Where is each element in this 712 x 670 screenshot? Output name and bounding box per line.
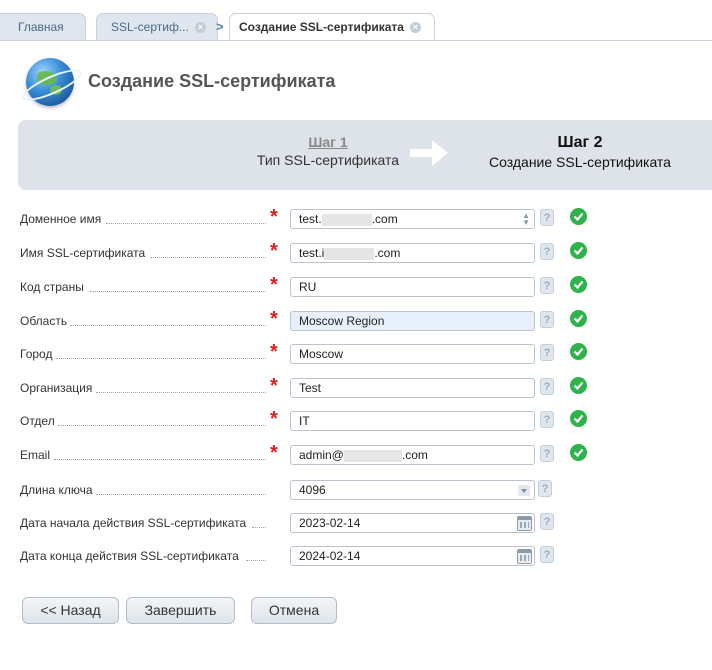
email-input[interactable]: admin@ .com [290, 445, 535, 465]
arrow-right-icon [410, 140, 448, 166]
field-label: Дата начала действия SSL-сертификата [20, 516, 270, 530]
help-icon[interactable]: ? [540, 277, 554, 294]
field-label: Дата конца действия SSL-сертификата [20, 549, 270, 563]
check-icon [570, 242, 587, 259]
required-icon: * [270, 442, 278, 464]
country-code-input[interactable]: RU [290, 277, 535, 297]
step-1-label: Тип SSL-сертификата [256, 152, 400, 168]
calendar-icon[interactable] [517, 516, 532, 531]
required-icon: * [270, 408, 278, 430]
field-region: Область * Moscow Region ? [20, 308, 620, 333]
required-icon: * [270, 341, 278, 363]
help-icon[interactable]: ? [540, 243, 554, 260]
check-icon [570, 276, 587, 293]
tab-bar: Главная SSL-сертиф... × > Создание SSL-се… [0, 0, 712, 41]
help-icon[interactable]: ? [540, 411, 554, 428]
field-certificate-name: Имя SSL-сертификата * test.i .com ? [20, 240, 620, 265]
check-icon [570, 410, 587, 427]
field-label: Код страны [20, 280, 270, 294]
help-icon[interactable]: ? [540, 546, 554, 563]
help-icon[interactable]: ? [540, 209, 554, 226]
field-label: Отдел [20, 414, 270, 428]
step-2-number: Шаг 2 [557, 134, 603, 151]
field-label: Имя SSL-сертификата [20, 246, 270, 260]
globe-icon [19, 58, 85, 107]
tab-ssl-certificates-label: SSL-сертиф... [111, 20, 189, 34]
region-input[interactable]: Moscow Region [290, 311, 535, 331]
close-icon[interactable]: × [195, 22, 206, 33]
check-icon [570, 310, 587, 327]
calendar-icon[interactable] [517, 549, 532, 564]
required-icon: * [270, 274, 278, 296]
help-icon[interactable]: ? [540, 378, 554, 395]
finish-button[interactable]: Завершить [126, 597, 235, 624]
step-1-number[interactable]: Шаг 1 [228, 134, 428, 150]
cancel-button[interactable]: Отмена [251, 597, 337, 624]
field-label: Область [20, 314, 270, 328]
tab-home-label: Главная [18, 20, 64, 34]
chevron-right-icon: > [216, 19, 224, 34]
department-input[interactable]: IT [290, 411, 535, 431]
required-icon: * [270, 206, 278, 228]
required-icon: * [270, 308, 278, 330]
wizard-step-1[interactable]: Шаг 1 Тип SSL-сертификата [228, 134, 428, 168]
end-date-input[interactable]: 2024-02-14 [290, 546, 535, 566]
field-organization: Организация * Test ? [20, 375, 620, 400]
field-start-date: Дата начала действия SSL-сертификата 202… [20, 513, 620, 535]
tab-create-ssl-label: Создание SSL-сертификата [239, 20, 404, 34]
organization-input[interactable]: Test [290, 378, 535, 398]
wizard-step-2: Шаг 2 Создание SSL-сертификата [470, 134, 690, 170]
check-icon [570, 444, 587, 461]
city-input[interactable]: Moscow [290, 344, 535, 364]
field-domain-name: Доменное имя * test. .com ▲ ▼ ? [20, 206, 620, 231]
domain-name-input[interactable]: test. .com ▲ ▼ [290, 209, 535, 229]
field-email: Email * admin@ .com ? [20, 442, 620, 467]
wizard-steps: Шаг 1 Тип SSL-сертификата Шаг 2 Создание… [18, 120, 712, 190]
help-icon[interactable]: ? [540, 513, 554, 530]
field-label: Email [20, 448, 270, 462]
field-label: Организация [20, 381, 270, 395]
check-icon [570, 377, 587, 394]
tab-home[interactable]: Главная [0, 13, 86, 40]
chevron-down-icon[interactable] [518, 485, 530, 496]
check-icon [570, 208, 587, 225]
help-icon[interactable]: ? [540, 344, 554, 361]
key-length-select[interactable]: 4096 [290, 480, 535, 500]
help-icon[interactable]: ? [538, 480, 552, 497]
tab-ssl-certificates[interactable]: SSL-сертиф... × [96, 13, 218, 40]
field-end-date: Дата конца действия SSL-сертификата 2024… [20, 546, 620, 568]
tab-divider [0, 40, 712, 41]
field-label: Город [20, 347, 270, 361]
close-icon[interactable]: × [410, 22, 421, 33]
field-country-code: Код страны * RU ? [20, 274, 620, 299]
field-key-length: Длина ключа 4096 ? [20, 480, 620, 502]
required-icon: * [270, 240, 278, 262]
help-icon[interactable]: ? [540, 445, 554, 462]
field-label: Длина ключа [20, 483, 270, 497]
certificate-name-input[interactable]: test.i .com [290, 243, 535, 263]
field-label: Доменное имя [20, 212, 270, 226]
step-2-label: Создание SSL-сертификата [489, 154, 671, 170]
help-icon[interactable]: ? [540, 311, 554, 328]
field-department: Отдел * IT ? [20, 408, 620, 433]
start-date-input[interactable]: 2023-02-14 [290, 513, 535, 533]
stepper-icon[interactable]: ▲ ▼ [522, 212, 530, 227]
page-title: Создание SSL-сертификата [88, 71, 336, 91]
tab-create-ssl[interactable]: Создание SSL-сертификата × [229, 13, 435, 41]
back-button[interactable]: << Назад [22, 597, 119, 624]
check-icon [570, 343, 587, 360]
required-icon: * [270, 375, 278, 397]
field-city: Город * Moscow ? [20, 341, 620, 366]
